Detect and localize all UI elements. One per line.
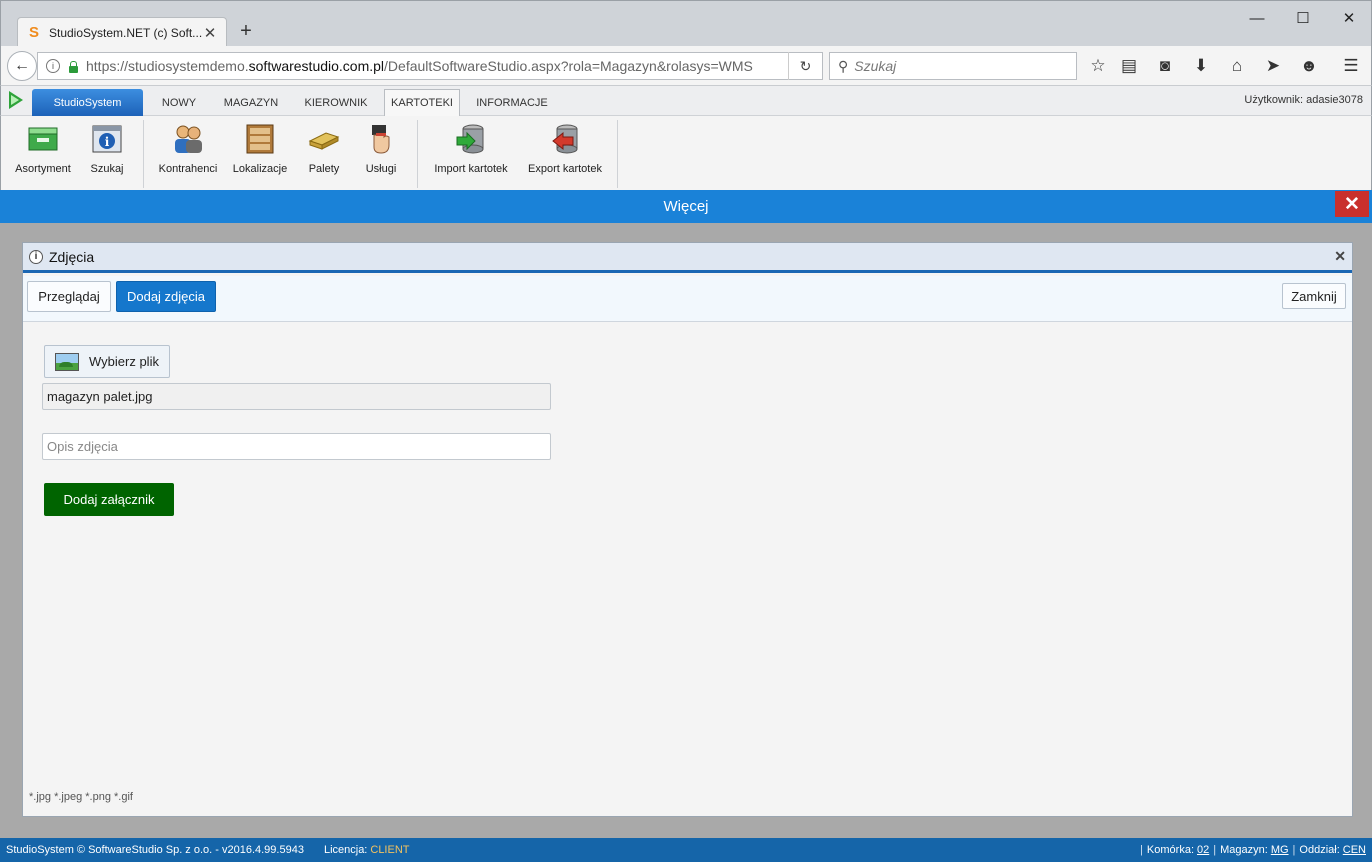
lock-icon xyxy=(66,59,80,73)
info-icon: i xyxy=(29,249,43,264)
send-icon[interactable]: ➤ xyxy=(1261,54,1285,78)
photos-dialog: i Zdjęcia ✕ Przeglądaj Dodaj zdjęcia Zam… xyxy=(22,242,1353,817)
browser-tab-title: StudioSystem.NET (c) Soft... xyxy=(49,25,202,40)
panel-header: Więcej ✕ xyxy=(0,190,1372,223)
add-photos-button[interactable]: Dodaj zdjęcia xyxy=(116,281,216,312)
product-box-icon xyxy=(26,122,60,156)
ribbon-item-kontrahenci[interactable]: Kontrahenci xyxy=(153,122,223,182)
pallet-icon xyxy=(307,122,341,156)
ribbon-item-import-kartotek[interactable]: Import kartotek xyxy=(427,122,515,182)
copyright-text: StudioSystem © SoftwareStudio Sp. z o.o.… xyxy=(6,844,304,856)
info-search-icon: i xyxy=(90,122,124,156)
back-arrow-icon[interactable]: ← xyxy=(7,51,37,81)
ribbon-item-export-kartotek[interactable]: Export kartotek xyxy=(521,122,609,182)
tab-close-icon[interactable]: ✕ xyxy=(202,25,218,42)
smiley-icon[interactable]: ☻ xyxy=(1297,54,1321,78)
reload-icon[interactable]: ↻ xyxy=(788,52,822,80)
branch-link[interactable]: CEN xyxy=(1343,844,1366,856)
photo-description-input[interactable]: Opis zdjęcia xyxy=(42,433,551,460)
warehouse-link[interactable]: MG xyxy=(1271,844,1289,856)
close-button[interactable]: Zamknij xyxy=(1282,283,1346,309)
reading-list-icon[interactable]: ▤ xyxy=(1117,54,1141,78)
ribbon-item-palety[interactable]: Palety xyxy=(301,122,347,182)
cell-link[interactable]: 02 xyxy=(1197,844,1209,856)
maximize-icon[interactable]: ☐ xyxy=(1287,7,1319,29)
choose-file-button[interactable]: Wybierz plik xyxy=(44,345,170,378)
image-icon xyxy=(55,352,79,371)
footer-context: | Komórka: 02 | Magazyn: MG | Oddział: C… xyxy=(1140,844,1366,856)
browser-tab[interactable]: S StudioSystem.NET (c) Soft... ✕ xyxy=(17,17,227,47)
dialog-titlebar: i Zdjęcia ✕ xyxy=(23,243,1352,273)
menu-icon[interactable]: ☰ xyxy=(1339,54,1363,78)
status-footer: StudioSystem © SoftwareStudio Sp. z o.o.… xyxy=(0,838,1372,862)
hand-service-icon xyxy=(364,122,398,156)
user-label: Użytkownik: adasie3078 xyxy=(1244,94,1363,106)
ribbon-separator xyxy=(143,120,144,188)
dialog-title: Zdjęcia xyxy=(49,248,95,265)
tab-magazyn[interactable]: MAGAZYN xyxy=(215,89,287,116)
info-icon[interactable]: i xyxy=(46,59,60,73)
address-bar[interactable]: i https://studiosystemdemo.softwarestudi… xyxy=(37,52,823,80)
browser-tabstrip: S StudioSystem.NET (c) Soft... ✕ + — ☐ ✕ xyxy=(0,0,1372,47)
license-label: Licencja: xyxy=(323,844,368,856)
add-attachment-button[interactable]: Dodaj załącznik xyxy=(44,483,174,516)
download-icon[interactable]: ⬇ xyxy=(1189,54,1213,78)
bookmark-star-icon[interactable]: ☆ xyxy=(1086,54,1110,78)
browser-search-input[interactable]: ⚲ Szukaj xyxy=(829,52,1077,80)
ribbon-separator xyxy=(617,120,618,188)
database-import-icon xyxy=(454,122,488,156)
ribbon-separator xyxy=(417,120,418,188)
tab-informacje[interactable]: INFORMACJE xyxy=(467,89,557,116)
warehouse-label: Magazyn: xyxy=(1220,844,1268,856)
ribbon-item-asortyment[interactable]: Asortyment xyxy=(11,122,75,182)
search-icon: ⚲ xyxy=(838,57,849,74)
branch-label: Oddział: xyxy=(1299,844,1340,856)
allowed-extensions-hint: *.jpg *.jpeg *.png *.gif xyxy=(29,791,133,803)
minimize-icon[interactable]: — xyxy=(1241,7,1273,29)
browser-navbar: ← i https://studiosystemdemo.softwarestu… xyxy=(0,46,1372,86)
panel-close-icon[interactable]: ✕ xyxy=(1335,191,1369,217)
studiosystem-favicon-icon: S xyxy=(28,24,39,41)
browse-button[interactable]: Przeglądaj xyxy=(27,281,111,312)
ribbon-item-szukaj[interactable]: i Szukaj xyxy=(83,122,131,182)
home-icon[interactable]: ⌂ xyxy=(1225,54,1249,78)
dialog-close-icon[interactable]: ✕ xyxy=(1334,248,1346,265)
app-menu-bar: StudioSystem NOWY MAGAZYN KIEROWNIK KART… xyxy=(0,86,1372,116)
shelf-icon xyxy=(243,122,277,156)
tab-kierownik[interactable]: KIEROWNIK xyxy=(293,89,379,116)
dialog-toolbar: Przeglądaj Dodaj zdjęcia Zamknij xyxy=(23,276,1352,322)
contacts-people-icon xyxy=(171,122,205,156)
ribbon-toolbar: Asortyment i Szukaj Kontrahenci Lokaliza… xyxy=(0,116,1372,190)
url-text: https://studiosystemdemo.softwarestudio.… xyxy=(86,58,753,74)
new-tab-icon[interactable]: + xyxy=(235,20,257,42)
panel-header-title: Więcej xyxy=(663,198,709,215)
ribbon-item-uslugi[interactable]: Usługi xyxy=(357,122,405,182)
cell-label: Komórka: xyxy=(1146,844,1194,856)
tab-kartoteki[interactable]: KARTOTEKI xyxy=(384,89,460,116)
window-close-icon[interactable]: ✕ xyxy=(1333,7,1365,29)
ribbon-item-lokalizacje[interactable]: Lokalizacje xyxy=(231,122,289,182)
tab-nowy[interactable]: NOWY xyxy=(149,89,209,116)
studiosystem-app-button[interactable]: StudioSystem xyxy=(32,89,143,116)
pocket-icon[interactable]: ◙ xyxy=(1153,54,1177,78)
license-value: CLIENT xyxy=(370,844,410,856)
svg-text:i: i xyxy=(105,135,110,149)
file-name-field[interactable]: magazyn palet.jpg xyxy=(42,383,551,410)
database-export-icon xyxy=(548,122,582,156)
